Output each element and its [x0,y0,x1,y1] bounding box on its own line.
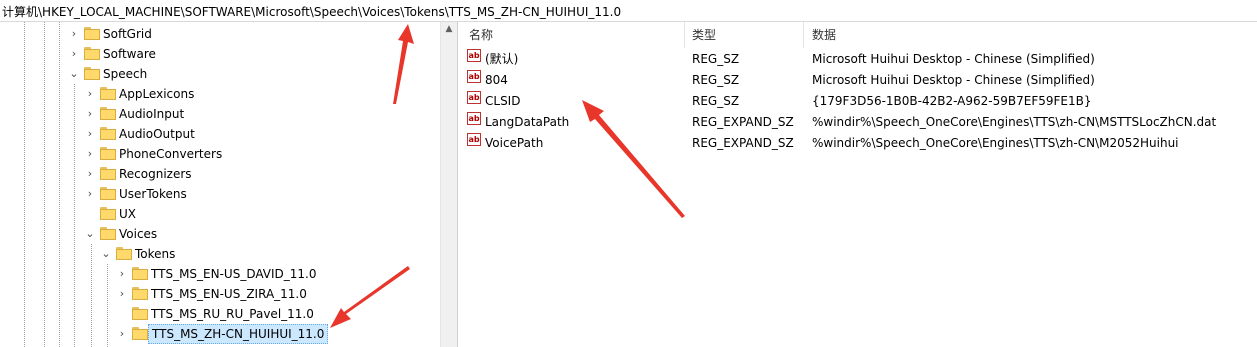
annotation-arrow-diagonal-down [330,266,410,328]
annotation-arrows [330,24,685,328]
annotation-arrow-up [393,24,414,104]
annotation-arrow-diagonal-up [582,100,685,218]
